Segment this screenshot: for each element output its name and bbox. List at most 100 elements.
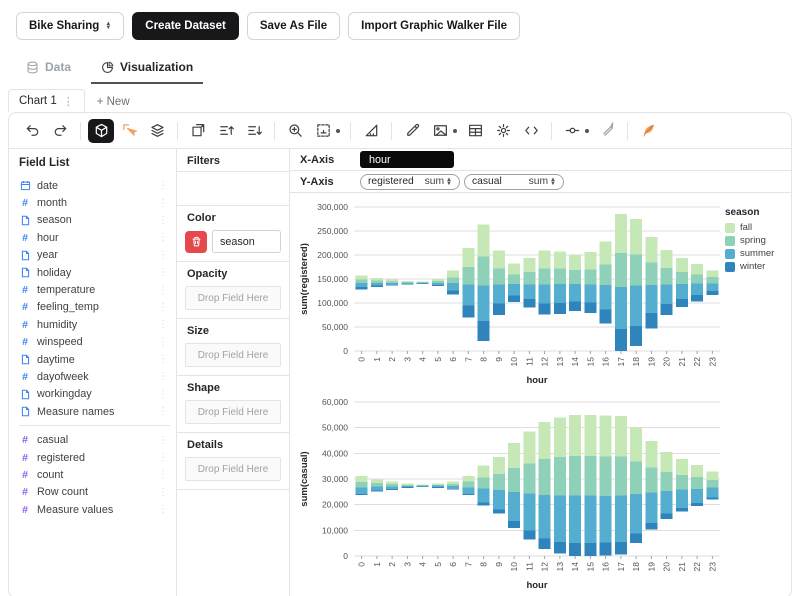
- svg-text:5: 5: [433, 357, 443, 362]
- field-menu-icon[interactable]: ⋮: [158, 232, 170, 243]
- svg-text:0: 0: [357, 357, 367, 362]
- field-item-year[interactable]: year⋮: [19, 247, 170, 264]
- field-item-measure-names[interactable]: Measure names⋮: [19, 403, 170, 420]
- shape-section: Shape Drop Field Here: [177, 376, 289, 433]
- field-item-registered[interactable]: #registered⋮: [19, 449, 170, 466]
- field-menu-icon[interactable]: ⋮: [158, 285, 170, 296]
- opacity-drop-area[interactable]: Drop Field Here: [185, 286, 281, 310]
- tab-data[interactable]: Data: [16, 52, 81, 84]
- size-drop-area[interactable]: Drop Field Here: [185, 343, 281, 367]
- field-item-daytime[interactable]: daytime⋮: [19, 351, 170, 368]
- svg-text:0: 0: [343, 346, 348, 356]
- field-menu-icon[interactable]: ⋮: [158, 371, 170, 382]
- y-axis-field-pill-registered[interactable]: registered sum▲▼: [360, 174, 460, 190]
- mark-type-button[interactable]: [88, 119, 114, 143]
- field-menu-icon[interactable]: ⋮: [158, 389, 170, 400]
- import-graphic-walker-file-button[interactable]: Import Graphic Walker File: [348, 12, 520, 40]
- field-menu-icon[interactable]: ⋮: [158, 469, 170, 480]
- shape-drop-area[interactable]: Drop Field Here: [185, 400, 281, 424]
- view-tabs: Data Visualization: [0, 52, 800, 84]
- settings-button[interactable]: [490, 119, 516, 143]
- save-as-file-button[interactable]: Save As File: [247, 12, 340, 40]
- field-item-feeling_temp[interactable]: #feeling_temp⋮: [19, 299, 170, 316]
- limit-button[interactable]: [559, 119, 585, 143]
- export-code-button[interactable]: [518, 119, 544, 143]
- export-image-button[interactable]: [427, 119, 453, 143]
- details-drop-area[interactable]: Drop Field Here: [185, 457, 281, 481]
- axes-resize-toggle-dot[interactable]: [336, 129, 340, 133]
- field-menu-icon[interactable]: ⋮: [158, 487, 170, 498]
- redo-button[interactable]: [47, 119, 73, 143]
- field-menu-icon[interactable]: ⋮: [158, 250, 170, 261]
- field-item-count[interactable]: #count⋮: [19, 466, 170, 483]
- export-image-toggle-dot[interactable]: [453, 129, 457, 133]
- field-item-winspeed[interactable]: #winspeed⋮: [19, 334, 170, 351]
- field-item-dayofweek[interactable]: #dayofweek⋮: [19, 368, 170, 385]
- field-item-season[interactable]: season⋮: [19, 212, 170, 229]
- field-item-hour[interactable]: #hour⋮: [19, 229, 170, 246]
- svg-text:14: 14: [570, 357, 580, 367]
- svg-text:1: 1: [372, 562, 382, 567]
- field-menu-icon[interactable]: ⋮: [158, 267, 170, 278]
- field-menu-icon[interactable]: ⋮: [158, 504, 170, 515]
- limit-toggle-dot[interactable]: [585, 129, 589, 133]
- casual-bar-chart[interactable]: 010,00020,00030,00040,00050,00060,000012…: [296, 392, 788, 592]
- field-list-panel: Field List date⋮#month⋮season⋮#hour⋮year…: [9, 149, 177, 596]
- chart-tab-1[interactable]: Chart 1 ⋮: [8, 89, 85, 112]
- brush-button[interactable]: [594, 119, 620, 143]
- new-chart-button[interactable]: + New: [87, 96, 140, 112]
- undo-button[interactable]: [19, 119, 45, 143]
- transpose-button[interactable]: [185, 119, 211, 143]
- field-menu-icon[interactable]: ⋮: [158, 406, 170, 417]
- feather-button[interactable]: [635, 119, 661, 143]
- registered-bar-chart[interactable]: 050,000100,000150,000200,000250,000300,0…: [296, 197, 788, 387]
- field-menu-icon[interactable]: ⋮: [158, 319, 170, 330]
- svg-text:6: 6: [448, 562, 458, 567]
- svg-text:4: 4: [418, 562, 428, 567]
- chart-casual: 010,00020,00030,00040,00050,00060,000012…: [296, 392, 789, 596]
- field-menu-icon[interactable]: ⋮: [158, 337, 170, 348]
- x-axis-shelf[interactable]: X-Axis hour: [290, 149, 791, 171]
- aggregation-select[interactable]: sum▲▼: [425, 176, 452, 187]
- svg-text:21: 21: [677, 562, 687, 572]
- legend-swatch: [725, 262, 735, 272]
- aggregation-select[interactable]: sum▲▼: [529, 176, 556, 187]
- svg-text:10: 10: [509, 562, 519, 572]
- field-item-date[interactable]: date⋮: [19, 177, 170, 194]
- pen-button[interactable]: [399, 119, 425, 143]
- chart-tab-menu-icon[interactable]: ⋮: [63, 95, 74, 108]
- filters-drop-area[interactable]: [177, 171, 289, 205]
- field-item-measure-values[interactable]: #Measure values⋮: [19, 501, 170, 518]
- x-axis-field-pill[interactable]: hour: [360, 151, 454, 168]
- field-menu-icon[interactable]: ⋮: [158, 180, 170, 191]
- remove-field-button[interactable]: [185, 231, 207, 253]
- field-item-holiday[interactable]: holiday⋮: [19, 264, 170, 281]
- field-menu-icon[interactable]: ⋮: [158, 198, 170, 209]
- field-menu-icon[interactable]: ⋮: [158, 452, 170, 463]
- axes-resize-button[interactable]: [310, 119, 336, 143]
- color-field-pill[interactable]: season: [212, 230, 281, 253]
- field-menu-icon[interactable]: ⋮: [158, 354, 170, 365]
- sort-descending-button[interactable]: [241, 119, 267, 143]
- field-item-month[interactable]: #month⋮: [19, 194, 170, 211]
- scale-button[interactable]: [358, 119, 384, 143]
- y-axis-field-pill-casual[interactable]: casual sum▲▼: [464, 174, 564, 190]
- field-menu-icon[interactable]: ⋮: [158, 302, 170, 313]
- table-view-button[interactable]: [462, 119, 488, 143]
- field-item-workingday[interactable]: workingday⋮: [19, 386, 170, 403]
- sort-ascending-button[interactable]: [213, 119, 239, 143]
- stack-mode-button[interactable]: [144, 119, 170, 143]
- field-item-temperature[interactable]: #temperature⋮: [19, 281, 170, 298]
- field-menu-icon[interactable]: ⋮: [158, 435, 170, 446]
- field-menu-icon[interactable]: ⋮: [158, 215, 170, 226]
- field-item-casual[interactable]: #casual⋮: [19, 431, 170, 448]
- field-item-humidity[interactable]: #humidity⋮: [19, 316, 170, 333]
- field-item-row-count[interactable]: #Row count⋮: [19, 484, 170, 501]
- legend-swatch: [725, 223, 735, 233]
- y-axis-shelf[interactable]: Y-Axis registered sum▲▼ casual sum▲▼: [290, 171, 791, 193]
- tab-visualization[interactable]: Visualization: [91, 52, 203, 84]
- create-dataset-button[interactable]: Create Dataset: [132, 12, 239, 40]
- zoom-in-button[interactable]: [282, 119, 308, 143]
- dataset-select[interactable]: Bike Sharing ▲▼: [16, 12, 124, 40]
- painter-button[interactable]: [116, 119, 142, 143]
